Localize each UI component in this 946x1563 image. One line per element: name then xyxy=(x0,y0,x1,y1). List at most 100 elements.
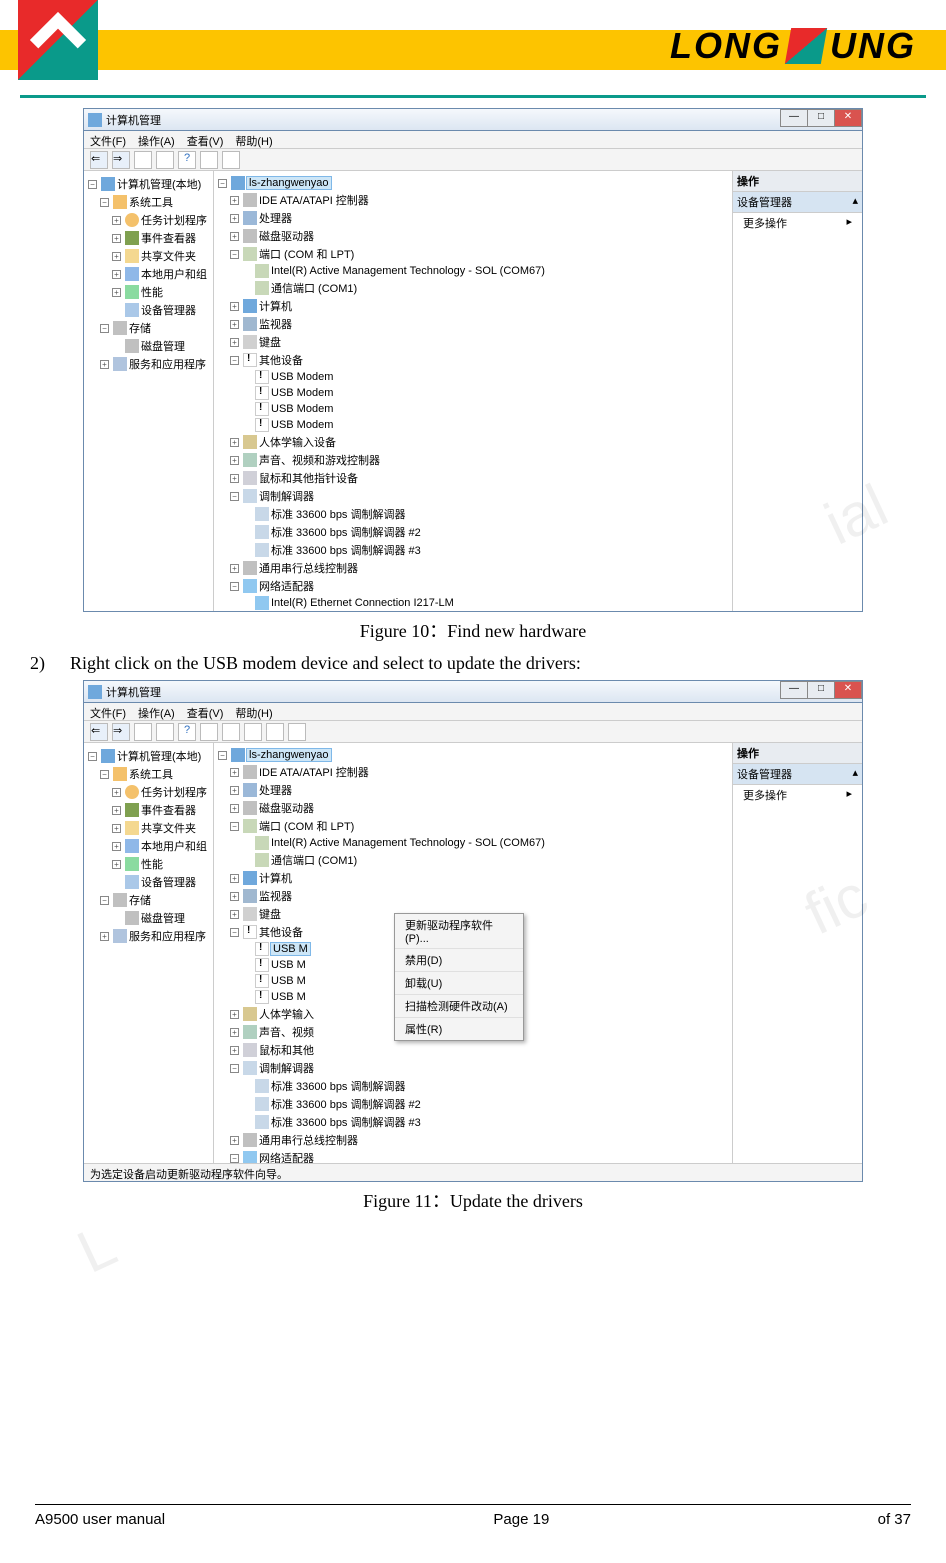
expand-icon[interactable]: − xyxy=(230,356,239,365)
tree-item[interactable]: 标准 33600 bps 调制解调器 xyxy=(218,505,728,523)
expand-icon[interactable]: − xyxy=(230,492,239,501)
expand-icon[interactable]: + xyxy=(112,860,121,869)
toolbar-button[interactable] xyxy=(244,723,262,741)
menu-action[interactable]: 操作(A) xyxy=(138,133,175,146)
tree-item[interactable]: +事件查看器 xyxy=(88,801,209,819)
expand-icon[interactable]: − xyxy=(230,250,239,259)
titlebar[interactable]: 计算机管理 — □ ✕ xyxy=(84,681,862,703)
tree-item[interactable]: −计算机管理(本地) xyxy=(88,175,209,193)
tree-item[interactable]: +任务计划程序 xyxy=(88,211,209,229)
minimize-button[interactable]: — xyxy=(780,109,808,127)
tree-item[interactable]: −ls-zhangwenyao xyxy=(218,175,728,191)
expand-icon[interactable]: − xyxy=(88,180,97,189)
tree-item[interactable]: Intel(R) Active Management Technology - … xyxy=(218,835,728,851)
expand-icon[interactable]: − xyxy=(230,822,239,831)
expand-icon[interactable]: + xyxy=(230,892,239,901)
tree-item[interactable]: +事件查看器 xyxy=(88,229,209,247)
expand-icon[interactable]: + xyxy=(112,252,121,261)
menu-help[interactable]: 帮助(H) xyxy=(235,133,272,146)
menu-view[interactable]: 查看(V) xyxy=(187,705,224,718)
expand-icon[interactable]: + xyxy=(112,788,121,797)
expand-icon[interactable]: + xyxy=(230,1136,239,1145)
expand-icon[interactable]: + xyxy=(230,1046,239,1055)
forward-button[interactable]: ⇒ xyxy=(112,151,130,169)
expand-icon[interactable]: + xyxy=(230,456,239,465)
tree-item[interactable]: 设备管理器 xyxy=(88,301,209,319)
expand-icon[interactable]: − xyxy=(100,198,109,207)
tree-item[interactable]: Intel(R) Ethernet Connection I217-LM xyxy=(218,595,728,611)
expand-icon[interactable]: + xyxy=(230,438,239,447)
tree-item[interactable]: −系统工具 xyxy=(88,765,209,783)
expand-icon[interactable]: + xyxy=(112,270,121,279)
tree-item[interactable]: +共享文件夹 xyxy=(88,819,209,837)
menu-view[interactable]: 查看(V) xyxy=(187,133,224,146)
toolbar-button[interactable] xyxy=(134,151,152,169)
expand-icon[interactable]: − xyxy=(218,179,227,188)
tree-item[interactable]: 设备管理器 xyxy=(88,873,209,891)
tree-item[interactable]: +IDE ATA/ATAPI 控制器 xyxy=(218,191,728,209)
expand-icon[interactable]: + xyxy=(112,824,121,833)
expand-icon[interactable]: + xyxy=(230,232,239,241)
tree-item[interactable]: +监视器 xyxy=(218,887,728,905)
expand-icon[interactable]: + xyxy=(230,1028,239,1037)
tree-item[interactable]: +人体学输入设备 xyxy=(218,433,728,451)
toolbar-button[interactable] xyxy=(288,723,306,741)
context-menu-item[interactable]: 禁用(D) xyxy=(395,949,523,972)
tree-item[interactable]: +通用串行总线控制器 xyxy=(218,559,728,577)
toolbar-button[interactable] xyxy=(222,723,240,741)
help-icon[interactable]: ? xyxy=(178,151,196,169)
expand-icon[interactable]: − xyxy=(100,324,109,333)
maximize-button[interactable]: □ xyxy=(807,681,835,699)
tree-item[interactable]: −端口 (COM 和 LPT) xyxy=(218,817,728,835)
expand-icon[interactable]: − xyxy=(88,752,97,761)
expand-icon[interactable]: + xyxy=(112,842,121,851)
tree-item[interactable]: −调制解调器 xyxy=(218,1059,728,1077)
tree-item[interactable]: +鼠标和其他指针设备 xyxy=(218,469,728,487)
forward-button[interactable]: ⇒ xyxy=(112,723,130,741)
actions-sub[interactable]: 设备管理器▴ xyxy=(733,764,862,785)
actions-sub[interactable]: 设备管理器▴ xyxy=(733,192,862,213)
tree-item[interactable]: −调制解调器 xyxy=(218,487,728,505)
tree-item[interactable]: 磁盘管理 xyxy=(88,909,209,927)
tree-item[interactable]: −系统工具 xyxy=(88,193,209,211)
tree-item[interactable]: USB Modem xyxy=(218,385,728,401)
toolbar-button[interactable] xyxy=(200,151,218,169)
expand-icon[interactable]: − xyxy=(100,896,109,905)
tree-item[interactable]: −存储 xyxy=(88,891,209,909)
expand-icon[interactable]: + xyxy=(230,786,239,795)
actions-more[interactable]: 更多操作▸ xyxy=(733,785,862,805)
toolbar-button[interactable] xyxy=(200,723,218,741)
tree-item[interactable]: 磁盘管理 xyxy=(88,337,209,355)
expand-icon[interactable]: + xyxy=(230,768,239,777)
tree-item[interactable]: +处理器 xyxy=(218,209,728,227)
maximize-button[interactable]: □ xyxy=(807,109,835,127)
tree-item[interactable]: +通用串行总线控制器 xyxy=(218,1131,728,1149)
tree-item[interactable]: +共享文件夹 xyxy=(88,247,209,265)
context-menu-item[interactable]: 卸载(U) xyxy=(395,972,523,995)
expand-icon[interactable]: − xyxy=(230,1064,239,1073)
expand-icon[interactable]: + xyxy=(100,932,109,941)
expand-icon[interactable]: + xyxy=(100,360,109,369)
minimize-button[interactable]: — xyxy=(780,681,808,699)
expand-icon[interactable]: + xyxy=(230,874,239,883)
tree-item[interactable]: 通信端口 (COM1) xyxy=(218,851,728,869)
context-menu-item[interactable]: 更新驱动程序软件(P)... xyxy=(395,914,523,949)
expand-icon[interactable]: − xyxy=(100,770,109,779)
tree-item[interactable]: 通信端口 (COM1) xyxy=(218,279,728,297)
expand-icon[interactable]: + xyxy=(112,806,121,815)
tree-item[interactable]: +鼠标和其他 xyxy=(218,1041,728,1059)
actions-more[interactable]: 更多操作▸ xyxy=(733,213,862,233)
context-menu-item[interactable]: 扫描检测硬件改动(A) xyxy=(395,995,523,1018)
tree-item[interactable]: +声音、视频和游戏控制器 xyxy=(218,451,728,469)
help-icon[interactable]: ? xyxy=(178,723,196,741)
tree-item[interactable]: 标准 33600 bps 调制解调器 xyxy=(218,1077,728,1095)
tree-item[interactable]: −其他设备 xyxy=(218,351,728,369)
menu-file[interactable]: 文件(F) xyxy=(90,705,126,718)
menu-action[interactable]: 操作(A) xyxy=(138,705,175,718)
tree-item[interactable]: +任务计划程序 xyxy=(88,783,209,801)
tree-item[interactable]: +键盘 xyxy=(218,333,728,351)
expand-icon[interactable]: + xyxy=(230,338,239,347)
close-button[interactable]: ✕ xyxy=(834,109,862,127)
tree-item[interactable]: +本地用户和组 xyxy=(88,265,209,283)
tree-item[interactable]: USB Modem xyxy=(218,401,728,417)
